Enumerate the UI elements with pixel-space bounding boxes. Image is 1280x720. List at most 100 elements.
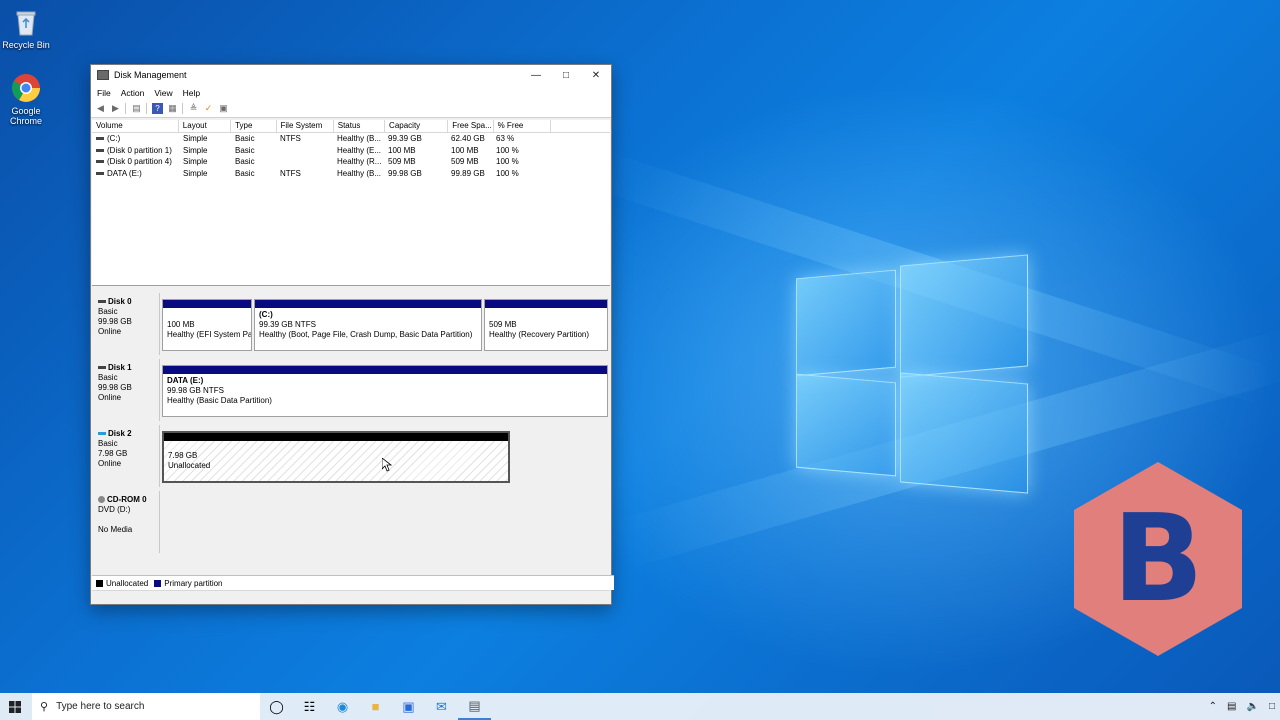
console-tree-icon[interactable]: ▤ [131, 103, 142, 114]
window-icon[interactable]: ▣ [218, 103, 229, 114]
col-layout[interactable]: Layout [179, 120, 232, 132]
volume-icon [96, 160, 104, 164]
disk-label[interactable]: Disk 2 Basic 7.98 GB Online [92, 425, 160, 487]
disk-management-taskbar-icon[interactable]: ▤ [458, 693, 491, 720]
task-view-icon[interactable]: ☷ [293, 693, 326, 720]
maximize-button[interactable]: □ [551, 65, 581, 85]
notification-icon[interactable]: □ [1269, 701, 1275, 712]
store-icon[interactable]: ▣ [392, 693, 425, 720]
table-row[interactable]: (Disk 0 partition 4) Simple Basic Health… [92, 156, 610, 168]
partition-efi[interactable]: 100 MB Healthy (EFI System Pa [162, 299, 252, 351]
cell-type: Basic [235, 157, 255, 166]
menu-help[interactable]: Help [183, 88, 200, 98]
channel-badge: B [1072, 460, 1244, 658]
close-button[interactable]: ✕ [581, 65, 611, 85]
desktop-icon-chrome[interactable]: Google Chrome [0, 72, 52, 126]
partition-text: 7.98 GB Unallocated [164, 441, 508, 471]
table-row[interactable]: (Disk 0 partition 1) Simple Basic Health… [92, 145, 610, 157]
partition-status: Healthy (Recovery Partition) [489, 330, 590, 339]
disk-type: Basic [98, 439, 118, 448]
menu-action[interactable]: Action [121, 88, 145, 98]
cell-status: Healthy (E... [337, 145, 382, 155]
table-row[interactable]: (C:) Simple Basic NTFS Healthy (B... 99.… [92, 133, 610, 145]
col-file-system[interactable]: File System [277, 120, 334, 132]
windows-logo-graphic [796, 254, 1028, 494]
partition-status: Unallocated [168, 461, 211, 470]
connect-drive-icon[interactable]: ≜ [188, 103, 199, 114]
cell-status: Healthy (R... [337, 157, 382, 166]
windows-start-icon [9, 700, 21, 713]
cell-status: Healthy (B... [337, 168, 382, 178]
legend: Unallocated Primary partition [92, 575, 614, 590]
toolbar-separator [146, 103, 147, 114]
edge-icon[interactable]: ◉ [326, 693, 359, 720]
status-bar [92, 590, 610, 604]
toolbar-separator [125, 103, 126, 114]
col-status[interactable]: Status [334, 120, 386, 132]
disk-label[interactable]: Disk 1 Basic 99.98 GB Online [92, 359, 160, 421]
menu-view[interactable]: View [154, 88, 172, 98]
cell-volume: (Disk 0 partition 4) [92, 156, 179, 168]
col-percent-free[interactable]: % Free [494, 120, 551, 132]
partition-recovery[interactable]: 509 MB Healthy (Recovery Partition) [484, 299, 608, 351]
system-tray: ⌃ ▤ 🔈 □ [1204, 693, 1280, 720]
cell-file-system: NTFS [280, 134, 301, 143]
disk-name: Disk 2 [108, 429, 132, 438]
desktop-icon-recycle-bin[interactable]: Recycle Bin [0, 6, 52, 50]
partition-c[interactable]: (C:) 99.39 GB NTFS Healthy (Boot, Page F… [254, 299, 482, 351]
cell-volume: (C:) [92, 133, 179, 145]
partition-title: DATA (E:) [167, 376, 204, 385]
forward-arrow-icon[interactable]: ▶ [110, 103, 121, 114]
partition-bar [164, 433, 508, 441]
partition-text: (C:) 99.39 GB NTFS Healthy (Boot, Page F… [255, 308, 481, 340]
cell-free-space: 62.40 GB [451, 134, 485, 143]
properties-icon[interactable]: ▦ [167, 103, 178, 114]
file-explorer-icon[interactable]: ■ [359, 693, 392, 720]
taskbar-search-box[interactable]: ⚲ Type here to search [32, 693, 260, 720]
cd-rom-icon [98, 496, 105, 504]
disk-size: 99.98 GB [98, 317, 132, 326]
disk-name: Disk 0 [108, 297, 132, 306]
menu-file[interactable]: File [97, 88, 111, 98]
partition-status: Healthy (Boot, Page File, Crash Dump, Ba… [259, 330, 473, 339]
volume-icon[interactable]: 🔈 [1247, 701, 1259, 712]
chevron-up-icon[interactable]: ⌃ [1209, 701, 1217, 712]
toolbar: ◀ ▶ ▤ ? ▦ ≜ ✓ ▣ [91, 100, 611, 118]
disk-label[interactable]: Disk 0 Basic 99.98 GB Online [92, 293, 160, 355]
legend-swatch-primary [154, 579, 162, 587]
back-arrow-icon[interactable]: ◀ [95, 103, 106, 114]
table-row[interactable]: DATA (E:) Simple Basic NTFS Healthy (B..… [92, 168, 610, 180]
disk-state: Online [98, 459, 122, 468]
checklist-icon[interactable]: ✓ [203, 103, 214, 114]
col-free-space[interactable]: Free Spa... [448, 120, 494, 132]
partition-unallocated[interactable]: 7.98 GB Unallocated [162, 431, 510, 483]
col-type[interactable]: Type [231, 120, 277, 132]
col-volume[interactable]: Volume [92, 120, 179, 132]
disk-label[interactable]: CD-ROM 0 DVD (D:) No Media [92, 491, 160, 553]
partition-bar [163, 300, 251, 308]
cell-layout: Simple [183, 134, 208, 143]
cell-type: Basic [235, 134, 255, 143]
start-button[interactable] [0, 693, 30, 720]
title-bar[interactable]: Disk Management — □ ✕ [91, 65, 611, 85]
volume-name: (C:) [107, 134, 121, 143]
partition-status: Healthy (Basic Data Partition) [167, 396, 272, 405]
disk-state: Online [98, 327, 122, 336]
desktop-icon-label: Google Chrome [9, 106, 42, 126]
minimize-button[interactable]: — [521, 65, 551, 85]
cortana-icon[interactable]: ◯ [260, 693, 293, 720]
badge-letter: B [1112, 490, 1203, 629]
partition-size: 7.98 GB [168, 451, 198, 460]
legend-swatch-unallocated [96, 579, 103, 587]
help-icon[interactable]: ? [152, 103, 163, 114]
mail-icon[interactable]: ✉ [425, 693, 458, 720]
network-icon[interactable]: ▤ [1227, 701, 1236, 712]
cell-status: Healthy (B... [337, 134, 382, 143]
col-capacity[interactable]: Capacity [385, 120, 449, 132]
col-blank[interactable] [551, 120, 610, 132]
disk-row-1: Disk 1 Basic 99.98 GB Online DATA (E:) 9… [92, 359, 610, 423]
volume-name: DATA (E:) [107, 168, 142, 178]
partition-data-e[interactable]: DATA (E:) 99.98 GB NTFS Healthy (Basic D… [162, 365, 608, 417]
cell-percent-free: 100 % [496, 157, 519, 166]
disk-name: Disk 1 [108, 363, 132, 372]
